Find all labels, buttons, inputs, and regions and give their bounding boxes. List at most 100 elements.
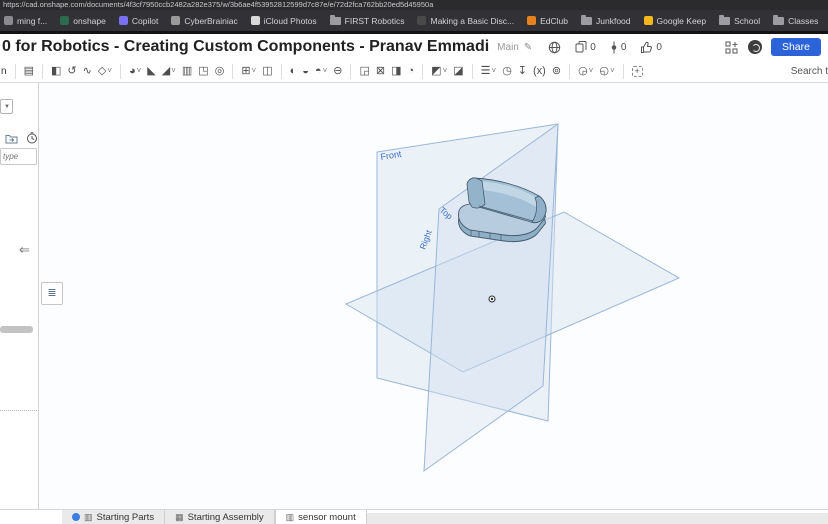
origin-marker[interactable]	[489, 296, 495, 302]
feature-list-icon: ☰	[481, 66, 491, 77]
bookmark-item[interactable]: CyberBrainiac	[171, 16, 237, 26]
boolean-tool[interactable]: ◐	[290, 66, 297, 77]
split-tool[interactable]: ◒	[302, 66, 309, 77]
bookmark-item[interactable]: ming f...	[4, 16, 47, 26]
bookmark-item[interactable]: iCloud Photos	[251, 16, 317, 26]
tab-sensor-mount[interactable]: ▥sensor mount	[275, 510, 367, 524]
panel-dashed-divider	[0, 410, 37, 411]
bookmark-item[interactable]: Classes	[773, 16, 818, 26]
sweep-tool[interactable]: ∿	[83, 66, 92, 77]
rib-tool[interactable]: ▥	[182, 66, 192, 77]
delete-face-icon: ⊠	[376, 66, 385, 77]
bookmark-item[interactable]: School	[719, 16, 760, 26]
sheet-metal-icon: ◶	[578, 66, 588, 77]
apps-grid-icon[interactable]	[725, 41, 738, 54]
toolbar-divider	[623, 64, 624, 79]
bookmark-item[interactable]: FIRST Robotics	[330, 16, 405, 26]
help-bubble-icon[interactable]	[748, 40, 762, 54]
move-face-tool[interactable]: ◲	[359, 66, 369, 77]
loft-tool[interactable]: ◇˅	[98, 66, 112, 77]
folder-icon	[719, 17, 730, 25]
chamfer-tool[interactable]: ◣	[147, 66, 155, 77]
bookmark-item[interactable]: Google Keep	[644, 16, 707, 26]
toolbar-divider	[472, 64, 473, 79]
graphics-viewport[interactable]: Front Top Right	[39, 83, 828, 510]
feature-list-button[interactable]: ≣	[41, 282, 63, 305]
bookmark-item[interactable]: Making a Basic Disc...	[417, 16, 514, 26]
bookmark-item[interactable]: EdClub	[527, 16, 568, 26]
branch-label[interactable]: Main	[497, 42, 519, 53]
bookmark-item[interactable]: Copilot	[119, 16, 158, 26]
origin-snap-icon: +	[632, 66, 643, 77]
shell-tool[interactable]: ◳	[198, 66, 208, 77]
tab-label: Starting Assembly	[188, 512, 264, 523]
public-globe-icon[interactable]	[548, 41, 561, 54]
import-tool[interactable]: ↧	[518, 66, 527, 77]
shell-icon: ◳	[198, 66, 208, 77]
revolve-tool[interactable]: ↺	[67, 66, 76, 77]
offset-surface-tool[interactable]: ⊖	[333, 66, 342, 77]
chevron-down-icon: ˅	[443, 67, 448, 75]
linear-pattern-tool[interactable]: ⊞˅	[241, 66, 256, 77]
favicon-icon	[60, 16, 69, 25]
document-header: 0 for Robotics - Creating Custom Compone…	[0, 34, 828, 60]
fillet-tool[interactable]: ◕˅	[129, 66, 141, 77]
draft-icon: ◢	[162, 66, 170, 77]
toolbar-divider	[422, 64, 423, 79]
helix-tool[interactable]: ◷	[502, 66, 512, 77]
hole-tool[interactable]: ◎	[215, 66, 225, 77]
tab-starting-parts[interactable]: ▥Starting Parts	[62, 510, 165, 524]
document-title: 0 for Robotics - Creating Custom Compone…	[2, 38, 489, 56]
back-arrow-icon[interactable]: ⇐	[19, 243, 30, 256]
panel-dropdown-button[interactable]: ▼	[0, 99, 13, 114]
toolbar-divider	[120, 64, 121, 79]
variables-tool[interactable]: (x)	[533, 66, 546, 77]
bookmark-item[interactable]: Junkfood	[581, 16, 631, 26]
filter-input[interactable]	[0, 148, 37, 165]
boolean-icon: ◐	[290, 66, 297, 77]
sketch-tool[interactable]: ▤	[24, 66, 34, 77]
replace-face-icon: ◨	[391, 66, 401, 77]
helix-icon: ◷	[502, 66, 512, 77]
linear-pattern-icon: ⊞	[241, 66, 250, 77]
mate-connector-tool[interactable]: ⊚	[552, 66, 561, 77]
rename-pencil-icon[interactable]: ✎	[524, 42, 532, 53]
versions-counter[interactable]: 0	[610, 41, 627, 54]
tab-starting-assembly[interactable]: ▦Starting Assembly	[165, 510, 275, 524]
draft-tool[interactable]: ◢˅	[162, 66, 176, 77]
toolbar-divider	[15, 64, 16, 79]
bookmark-item[interactable]: onshape	[60, 16, 106, 26]
chevron-down-icon: ˅	[171, 67, 176, 75]
sheet-metal-tool[interactable]: ◶˅	[578, 66, 593, 77]
frame-tool[interactable]: ◵˅	[599, 66, 614, 77]
main-area: ▼ ⇐	[0, 83, 828, 510]
extrude-tool[interactable]: ◧	[51, 66, 61, 77]
modify-fillet-tool[interactable]: ◔	[408, 66, 415, 77]
enclose-tool[interactable]: ◪	[453, 66, 463, 77]
folder-icon[interactable]	[5, 133, 18, 144]
mirror-tool[interactable]: ◫	[262, 66, 272, 77]
feature-toolbar: n ▤◧↺∿◇˅◕˅◣◢˅▥◳◎⊞˅◫◐◒◓˅⊖◲⊠◨◔◩˅◪☰˅◷↧(x)⊚◶…	[0, 60, 828, 83]
panel-scrollbar[interactable]	[0, 326, 33, 333]
feature-list-tool[interactable]: ☰˅	[481, 66, 497, 77]
mate-connector-icon: ⊚	[552, 66, 561, 77]
history-clock-icon[interactable]	[26, 132, 38, 144]
replace-face-tool[interactable]: ◨	[391, 66, 401, 77]
copies-icon	[575, 41, 587, 53]
origin-snap-tool[interactable]: +	[632, 66, 643, 77]
intersect-tool[interactable]: ◓˅	[315, 66, 327, 77]
delete-face-tool[interactable]: ⊠	[376, 66, 385, 77]
enclose-icon: ◪	[453, 66, 463, 77]
search-tools-input[interactable]: Search t	[791, 66, 828, 77]
copies-counter[interactable]: 0	[575, 41, 596, 53]
thicken-icon: ◩	[431, 66, 441, 77]
loft-icon: ◇	[98, 66, 106, 77]
browser-url-bar[interactable]: https://cad.onshape.com/documents/4f3cf7…	[0, 0, 828, 10]
onshape-window: https://cad.onshape.com/documents/4f3cf7…	[0, 0, 828, 524]
thicken-tool[interactable]: ◩˅	[431, 66, 447, 77]
toolbar-divider	[569, 64, 570, 79]
chevron-down-icon: ▼	[4, 104, 10, 110]
likes-counter[interactable]: 0	[640, 41, 662, 54]
intersect-icon: ◓	[315, 66, 322, 77]
share-button[interactable]: Share	[771, 38, 821, 56]
